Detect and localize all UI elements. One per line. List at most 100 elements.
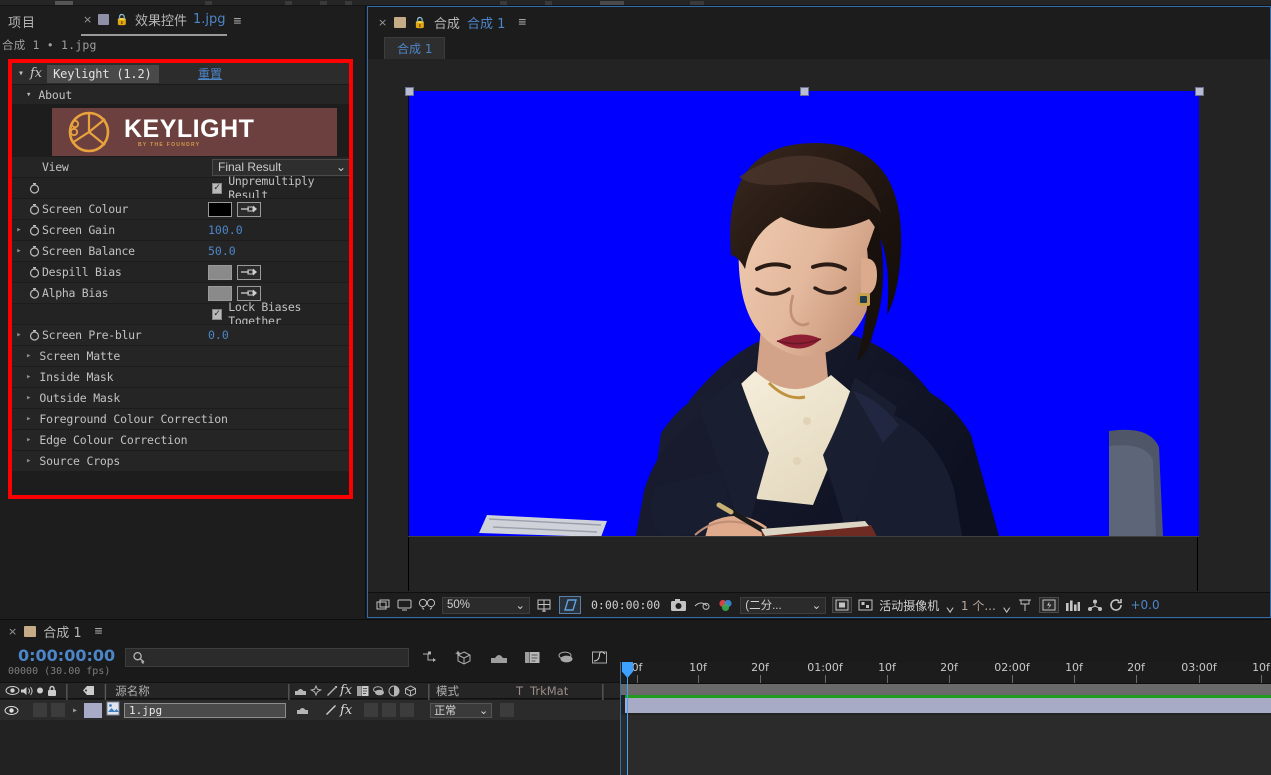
- param-group-row[interactable]: ▸ Screen Matte: [12, 345, 349, 366]
- stopwatch-icon[interactable]: [26, 266, 42, 278]
- adjustment-icon[interactable]: [388, 685, 400, 697]
- speaker-icon[interactable]: [20, 685, 34, 697]
- checkbox[interactable]: ✓: [212, 182, 223, 194]
- resolution-select[interactable]: (二分... ⌄: [740, 596, 827, 614]
- chevron-right-icon[interactable]: ▸: [26, 435, 31, 445]
- colour-swatch[interactable]: [208, 201, 232, 217]
- shy-icon[interactable]: [294, 685, 307, 697]
- stopwatch-icon[interactable]: [26, 203, 42, 215]
- close-icon[interactable]: ×: [378, 16, 387, 29]
- stopwatch-icon[interactable]: [26, 329, 42, 341]
- param-row[interactable]: ▸ Screen Balance 50.0: [12, 240, 349, 261]
- label-tag-icon[interactable]: [82, 685, 96, 696]
- chevron-right-icon[interactable]: ▸: [12, 330, 26, 340]
- table-row[interactable]: ▸ 1.jpg fx 正常 ⌄: [0, 700, 620, 720]
- chevron-right-icon[interactable]: ▸: [72, 705, 78, 716]
- param-row[interactable]: ✓ Unpremultiply Result: [12, 174, 349, 202]
- blend-mode-select[interactable]: 正常 ⌄: [430, 702, 493, 718]
- param-row[interactable]: ✓ Lock Biases Together: [12, 300, 349, 328]
- timeline-track-empty[interactable]: [621, 715, 1271, 775]
- effects-icon[interactable]: fx: [340, 683, 352, 698]
- panel-menu-icon[interactable]: ≡: [233, 14, 241, 29]
- composition-mini-flowchart-icon[interactable]: [422, 650, 439, 665]
- param-row[interactable]: ▸ Screen Gain 100.0: [12, 219, 349, 240]
- chevron-right-icon[interactable]: ▸: [26, 393, 31, 403]
- source-name-header[interactable]: 源名称: [115, 683, 150, 699]
- hide-shy-layers-icon[interactable]: [490, 650, 508, 665]
- solo-toggle[interactable]: [51, 703, 65, 717]
- viewer-timecode[interactable]: 0:00:00:00: [587, 598, 664, 612]
- colour-swatch[interactable]: [208, 285, 232, 301]
- param-row[interactable]: Despill Bias: [12, 261, 349, 282]
- pixel-aspect-icon[interactable]: [1017, 598, 1033, 612]
- search-input[interactable]: [125, 648, 409, 667]
- trkmat-box[interactable]: [500, 703, 515, 717]
- audio-toggle[interactable]: [33, 703, 47, 717]
- tab-effect-controls[interactable]: × 🔒 效果控件 1.jpg: [81, 6, 228, 36]
- mode-header[interactable]: 模式: [436, 683, 459, 699]
- timeline-tab-name[interactable]: 合成 1: [43, 622, 81, 641]
- main-view-icon[interactable]: [376, 598, 391, 612]
- views-value[interactable]: 1 个...: [961, 597, 996, 614]
- reset-exposure-icon[interactable]: [1109, 598, 1124, 612]
- eyedropper-icon[interactable]: [237, 264, 261, 280]
- quality-icon[interactable]: [325, 704, 337, 716]
- param-colour-wrap[interactable]: [208, 285, 261, 301]
- motion-blur-icon[interactable]: [372, 685, 386, 697]
- t-header[interactable]: T: [516, 684, 523, 698]
- stopwatch-icon[interactable]: [26, 224, 42, 236]
- layer-name-input[interactable]: 1.jpg: [124, 702, 287, 718]
- fast-previews-icon[interactable]: [1039, 597, 1060, 613]
- param-row[interactable]: ▸ Screen Pre-blur 0.0: [12, 324, 349, 345]
- param-group-row[interactable]: ▸ Outside Mask: [12, 387, 349, 408]
- comp-stage[interactable]: [368, 59, 1270, 594]
- timeline-empty-area[interactable]: [0, 720, 620, 775]
- close-icon[interactable]: ×: [8, 625, 17, 638]
- stopwatch-icon[interactable]: [26, 182, 42, 194]
- shy-icon[interactable]: [296, 704, 309, 716]
- comp-name-chip[interactable]: 合成 1: [384, 36, 446, 60]
- param-group-row[interactable]: ▸ Foreground Colour Correction: [12, 408, 349, 429]
- label-color-swatch[interactable]: [84, 702, 103, 718]
- panel-menu-icon[interactable]: ≡: [518, 15, 526, 30]
- lock-icon[interactable]: [46, 685, 58, 697]
- panel-menu-icon[interactable]: ≡: [95, 624, 103, 639]
- chevron-down-icon[interactable]: ▾: [14, 68, 28, 79]
- switch-box-1[interactable]: [364, 703, 379, 717]
- chevron-right-icon[interactable]: ▸: [12, 225, 26, 235]
- 3d-glasses-icon[interactable]: [418, 598, 436, 612]
- monitor-icon[interactable]: [397, 598, 412, 612]
- selection-handle-top-right[interactable]: [1195, 87, 1204, 96]
- chevron-right-icon[interactable]: ▸: [12, 246, 26, 256]
- param-group-row[interactable]: ▸ Edge Colour Correction: [12, 429, 349, 450]
- show-snapshot-icon[interactable]: [694, 599, 711, 612]
- reset-button[interactable]: 重置: [198, 65, 222, 82]
- chevron-down-icon[interactable]: ⌄: [945, 596, 955, 615]
- stopwatch-icon[interactable]: [26, 245, 42, 257]
- camera-label[interactable]: 活动摄像机: [879, 597, 939, 614]
- chevron-right-icon[interactable]: ▸: [26, 351, 31, 361]
- about-group[interactable]: ▾ About: [12, 84, 349, 104]
- eyedropper-icon[interactable]: [237, 201, 261, 217]
- motion-blur-icon[interactable]: [557, 650, 575, 665]
- effect-header-row[interactable]: ▾ fx Keylight (1.2) 重置: [12, 63, 349, 84]
- switch-box-2[interactable]: [382, 703, 397, 717]
- param-group-row[interactable]: ▸ Inside Mask: [12, 366, 349, 387]
- close-icon[interactable]: ×: [83, 13, 92, 26]
- comp-tab-name[interactable]: 合成 1: [467, 13, 505, 32]
- current-time-display[interactable]: 0:00:00:00: [18, 646, 115, 665]
- 3d-layer-icon[interactable]: [404, 684, 417, 697]
- effects-icon[interactable]: fx: [340, 703, 352, 718]
- checkbox[interactable]: ✓: [212, 308, 223, 320]
- chevron-right-icon[interactable]: ▸: [26, 414, 31, 424]
- stopwatch-icon[interactable]: [26, 287, 42, 299]
- collapse-icon[interactable]: [310, 684, 322, 697]
- grid-icon[interactable]: [536, 598, 553, 613]
- effect-name[interactable]: Keylight (1.2): [47, 64, 159, 83]
- eyedropper-icon[interactable]: [237, 285, 261, 301]
- frame-blend-icon[interactable]: [356, 685, 369, 697]
- playhead-line[interactable]: [627, 662, 628, 775]
- channel-icon[interactable]: [717, 598, 734, 613]
- eye-icon[interactable]: [4, 705, 19, 716]
- solo-icon[interactable]: [34, 685, 46, 696]
